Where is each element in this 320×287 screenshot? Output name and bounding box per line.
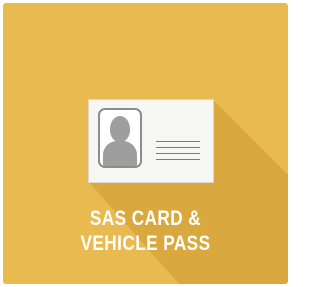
person-avatar-icon [98,108,142,168]
tile-title-line-1: SAS CARD & [89,207,202,230]
card-text-lines [156,141,200,165]
card-line [156,153,200,154]
card-line [156,159,200,160]
tile-title-line-2: VEHICLE PASS [80,232,211,255]
avatar-head [110,116,130,142]
sas-card-vehicle-pass-tile[interactable]: SAS CARD & VEHICLE PASS [3,3,288,284]
card-line [156,141,200,142]
card-line [156,147,200,148]
avatar-body [103,141,137,166]
id-card-icon [88,99,214,183]
